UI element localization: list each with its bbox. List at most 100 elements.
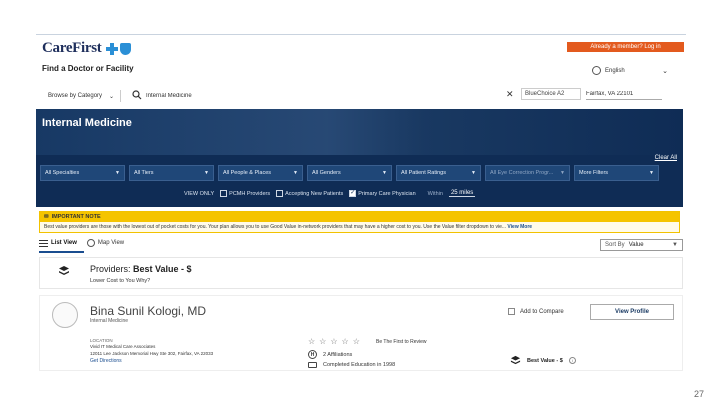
providers-prefix: Providers: [90,264,131,274]
checkbox-icon [220,190,228,197]
pcmh-label: PCMH Providers [229,190,271,197]
hospital-icon: H [308,350,317,359]
clear-all-link[interactable]: Clear All [655,155,677,161]
filter-label: All Patient Ratings [401,170,446,176]
view-only-label: VIEW ONLY [184,190,215,197]
language-selector[interactable]: English ⌄ [592,66,668,75]
filter-label: All Genders [312,170,341,176]
slide-number: 27 [694,389,705,399]
sort-value: Value [628,242,644,248]
provider-name[interactable]: Bina Sunil Kologi, MD [90,304,206,318]
login-label: Already a member? Log in [590,44,661,50]
banner-title: Internal Medicine [42,117,132,129]
browse-by-category-dropdown[interactable]: Browse by Category ⌄ [42,89,120,103]
education-text: Completed Education in 1998 [323,362,396,368]
search-input[interactable] [146,91,446,101]
filter-bar: All Specialties ▼ All Tiers ▼ All People &… [40,165,659,181]
doctor-avatar-icon [52,302,78,328]
filter-label: All Tiers [134,170,154,176]
caret-down-icon: ▼ [649,170,654,176]
search-icon [132,90,142,100]
browse-label: Browse by Category [48,93,103,99]
lower-cost-why-link[interactable]: Lower Cost to You Why? [90,278,150,284]
best-value-badge: Best Value - $ i [510,355,576,366]
info-icon[interactable]: i [568,357,576,364]
star-icon: ☆ [341,337,349,346]
filter-tiers[interactable]: All Tiers ▼ [129,165,214,181]
first-review-link[interactable]: Be The First to Review [376,339,426,345]
plan-select[interactable]: BlueChoice A2 [521,88,581,100]
clear-search-icon[interactable]: ✕ [506,89,514,100]
checkbox-icon [508,308,515,315]
checkbox-icon [276,190,284,197]
list-view-tab[interactable]: List View [39,239,77,247]
note-header: ✉ IMPORTANT NOTE [40,212,679,222]
map-pin-icon [86,239,95,247]
language-label: English [605,67,625,74]
sort-by-select[interactable]: Sort By Value ▼ [600,239,683,251]
results-banner: Internal Medicine Clear All All Specialt… [36,109,683,207]
caret-down-icon: ▼ [204,170,209,176]
note-icon: ✉ [44,214,49,220]
providers-tier: Best Value - $ [133,264,192,274]
rating-stars: ☆ ☆ ☆ ☆ ☆ [308,337,360,346]
add-to-compare-checkbox[interactable]: Add to Compare [508,308,564,315]
caret-down-icon: ▼ [471,170,476,176]
banner-background [36,109,683,155]
get-directions-link[interactable]: Get Directions [90,358,122,364]
badge-label: Best Value - $ [527,357,563,364]
filter-eye-correction: All Eye Correction Progr... ▼ [485,165,570,181]
caret-down-icon: ▼ [115,170,120,176]
member-login-button[interactable]: Already a member? Log in [567,42,684,52]
caret-down-icon: ▼ [560,170,565,176]
pcp-label: Primary Care Physician [358,190,416,197]
active-tab-indicator [39,251,84,253]
map-view-tab[interactable]: Map View [86,239,124,247]
note-text: Best value providers are those with the … [44,224,508,230]
view-more-link[interactable]: View More [507,224,532,230]
stacked-layers-icon [59,266,69,275]
provider-card: Bina Sunil Kologi, MD Internal Medicine … [39,295,683,371]
primary-care-checkbox[interactable]: Primary Care Physician [349,189,416,197]
filter-patient-ratings[interactable]: All Patient Ratings ▼ [396,165,481,181]
filter-label: All Eye Correction Progr... [490,170,554,176]
logo-text: CareFirst [42,40,102,56]
star-icon: ☆ [308,337,316,346]
filter-genders[interactable]: All Genders ▼ [307,165,392,181]
caret-down-icon: ▼ [672,242,678,248]
sort-label: Sort By [605,242,625,248]
filter-people-places[interactable]: All People & Places ▼ [218,165,303,181]
chevron-down-icon: ⌄ [108,93,114,100]
providers-tier-header: Providers: Best Value - $ Lower Cost to … [39,257,683,289]
list-icon [39,239,48,247]
star-icon: ☆ [319,337,327,346]
accepting-new-patients-checkbox[interactable]: Accepting New Patients [276,190,343,197]
search-divider [120,90,121,102]
distance-select[interactable]: 25 miles [448,190,476,197]
page-title: Find a Doctor or Facility [42,64,134,73]
note-body: Best value providers are those with the … [44,224,676,230]
view-profile-button[interactable]: View Profile [590,304,674,320]
caret-down-icon: ▼ [293,170,298,176]
filter-more[interactable]: More Filters ▼ [574,165,659,181]
filter-label: More Filters [579,170,609,176]
blue-shield-icon [119,42,131,55]
chevron-down-icon: ⌄ [662,67,668,75]
filter-label: All Specialties [45,170,80,176]
compare-label: Add to Compare [520,308,564,315]
providers-title: Providers: Best Value - $ [90,264,192,274]
location-input[interactable] [586,88,662,100]
stacked-layers-icon [510,355,521,365]
top-divider [36,34,686,35]
carefirst-logo[interactable]: CareFirst [42,40,131,57]
pcmh-checkbox[interactable]: PCMH Providers [220,190,270,197]
accepting-label: Accepting New Patients [285,190,344,197]
view-only-options: VIEW ONLY PCMH Providers Accepting New P… [184,189,476,197]
view-tabs: List View Map View [39,239,124,247]
note-title: IMPORTANT NOTE [51,214,101,220]
star-icon: ☆ [330,337,338,346]
affiliations-link[interactable]: 2 Affiliations [323,352,352,358]
list-view-label: List View [51,240,77,246]
filter-specialties[interactable]: All Specialties ▼ [40,165,125,181]
caret-down-icon: ▼ [382,170,387,176]
